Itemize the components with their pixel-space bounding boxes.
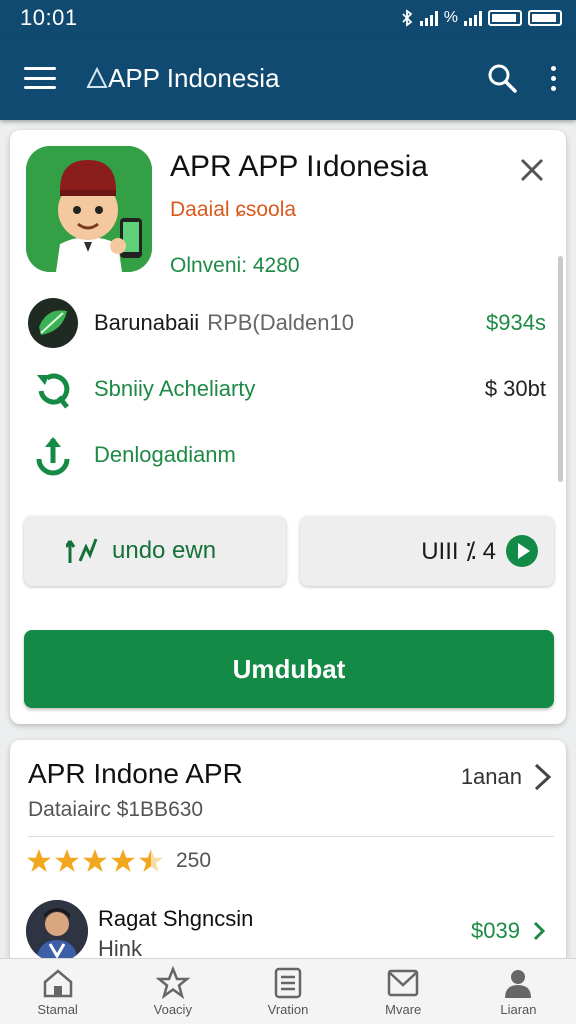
star-rating: 250 xyxy=(26,848,211,874)
list-icon xyxy=(274,967,302,999)
avatar xyxy=(26,900,88,962)
update-status-label: UIII ⁒ 4 xyxy=(421,537,496,565)
more-options-icon[interactable] xyxy=(551,65,556,91)
nav-label: Voaciy xyxy=(153,1002,192,1017)
update-status-button[interactable]: UIII ⁒ 4 xyxy=(300,516,554,586)
star-icon xyxy=(111,849,135,872)
status-bar: 10:01 % xyxy=(0,0,576,36)
developer-name[interactable]: Daaial ɕsoola xyxy=(170,198,296,222)
divider xyxy=(28,836,554,837)
rating-count: 250 xyxy=(176,849,212,872)
chevron-right-icon xyxy=(534,763,552,791)
app-bar-title-wrap: APP Indonesia xyxy=(86,63,280,94)
star-icon xyxy=(155,966,190,1000)
nav-item-favorites[interactable]: Voaciy xyxy=(115,959,230,1024)
app-bar-title: APP Indonesia xyxy=(108,62,280,93)
nav-label: Vration xyxy=(267,1002,309,1017)
signal-icon xyxy=(419,10,438,26)
reviewer-name: Ragat Shgncsin xyxy=(98,906,254,931)
reviewer-price-link[interactable]: $039 xyxy=(471,918,546,944)
battery-icon-2 xyxy=(528,10,562,26)
star-icon xyxy=(83,849,107,872)
nav-label: Stamal xyxy=(37,1002,78,1017)
see-more-link[interactable]: 1anan xyxy=(461,762,554,792)
search-icon[interactable] xyxy=(487,63,517,93)
nav-item-profile[interactable]: Liaran xyxy=(461,959,576,1024)
status-icons: % xyxy=(400,9,562,27)
row-label: Denlogadianm xyxy=(94,442,236,467)
undo-button[interactable]: undo ewn xyxy=(24,516,286,586)
star-icon xyxy=(27,849,51,872)
app-name: APR APP Iıdonesia xyxy=(170,150,428,183)
profile-icon xyxy=(505,970,532,998)
row-label: Barunabaii xyxy=(94,310,200,335)
leaf-icon xyxy=(26,296,80,350)
update-button[interactable]: Umdubat xyxy=(24,630,554,708)
trend-arrow-icon xyxy=(66,538,98,563)
close-icon[interactable] xyxy=(518,156,546,184)
nav-item-home[interactable]: Stamal xyxy=(0,959,115,1024)
mail-icon xyxy=(387,969,419,997)
nav-label: Mvare xyxy=(385,1002,422,1017)
nav-item-list[interactable]: Vration xyxy=(230,959,345,1024)
battery-icon xyxy=(488,10,522,26)
version-text: Olnveni: 4280 xyxy=(170,254,300,277)
detail-row-publisher[interactable]: Barunabaii RPB(Dalden10 $934s xyxy=(26,296,546,350)
bluetooth-icon xyxy=(402,9,413,27)
review-card: APR Indone APR 1anan Dataiairc $1BB630 2… xyxy=(10,740,566,970)
undo-button-label: undo ewn xyxy=(112,537,217,564)
row-secondary: RPB(Dalden10 xyxy=(207,310,354,335)
row-value: $ 30bt xyxy=(484,376,546,401)
signal-icon-2 xyxy=(464,10,482,26)
review-card-title: APR Indone APR xyxy=(28,758,243,789)
review-card-subtitle: Dataiairc $1BB630 xyxy=(28,798,204,821)
signal-text: % xyxy=(443,9,458,26)
scrollbar[interactable] xyxy=(558,256,563,482)
status-time: 10:01 xyxy=(20,5,78,30)
half-star-icon xyxy=(139,849,163,872)
app-icon xyxy=(26,146,152,272)
download-arrow-icon xyxy=(26,428,80,482)
row-label: Sbniiy Acheliarty xyxy=(94,376,256,401)
see-more-label: 1anan xyxy=(460,764,522,789)
detail-row-activity[interactable]: Sbniiy Acheliarty $ 30bt xyxy=(26,362,546,416)
play-circle-icon xyxy=(506,535,538,567)
detail-row-download[interactable]: Denlogadianm xyxy=(26,428,546,482)
bottom-navigation: Stamal Voaciy Vration Mvare Liaran xyxy=(0,958,576,1024)
row-value: $934s xyxy=(486,310,546,335)
home-icon xyxy=(43,969,72,998)
nav-label: Liaran xyxy=(500,1002,537,1017)
chevron-right-icon xyxy=(533,921,546,941)
reviewer-price: $039 xyxy=(471,918,520,943)
star-icon xyxy=(55,849,79,872)
app-bar-actions xyxy=(487,63,556,93)
app-bar: APP Indonesia xyxy=(0,36,576,120)
app-mascot-icon xyxy=(26,146,152,272)
app-detail-card: APR APP Iıdonesia Daaial ɕsoola Olnveni:… xyxy=(10,130,566,724)
nav-item-messages[interactable]: Mvare xyxy=(346,959,461,1024)
app-logo-icon xyxy=(86,67,108,88)
menu-icon[interactable] xyxy=(24,67,56,89)
refresh-icon xyxy=(26,362,80,416)
